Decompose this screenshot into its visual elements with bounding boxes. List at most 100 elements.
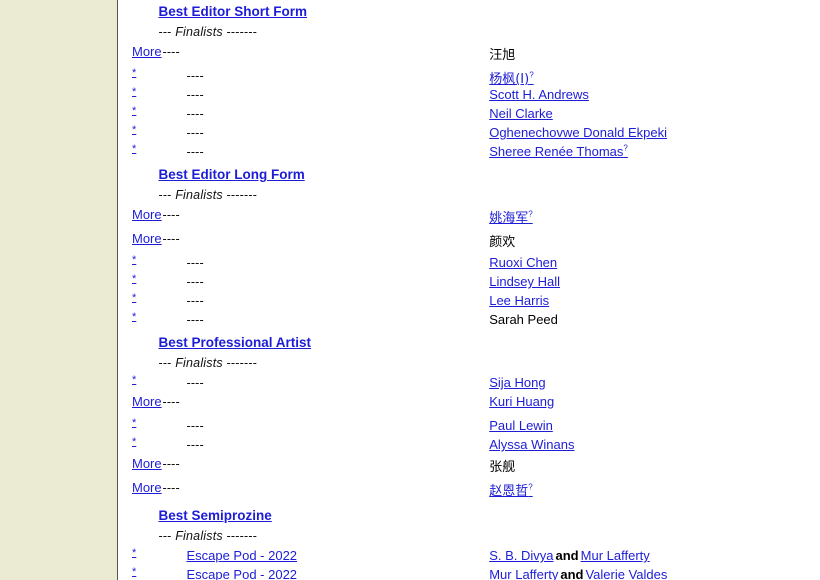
star-link[interactable]: * — [132, 312, 136, 323]
finalist-row: * ---- Lindsey Hall — [132, 274, 820, 293]
finalists-word: Finalists — [175, 356, 223, 370]
category-title-cell: Best Semiprozine — [158, 504, 820, 528]
row-person-cell: Lindsey Hall — [489, 274, 820, 293]
category-title-link[interactable]: Best Professional Artist — [158, 331, 311, 350]
person-name: 汪旭 — [489, 47, 515, 63]
row-work-cell: ---- — [158, 44, 489, 68]
person-name[interactable]: 赵恩哲? — [489, 483, 532, 499]
spacer-cell — [132, 187, 158, 207]
star-link[interactable]: * — [132, 274, 136, 285]
row-person-cell: 汪旭 — [489, 44, 820, 68]
star-link[interactable]: * — [132, 548, 136, 559]
person-name[interactable]: Kuri Huang — [489, 394, 554, 409]
star-link[interactable]: * — [132, 125, 136, 136]
person-name[interactable]: 姚海军? — [489, 210, 532, 226]
person-name[interactable]: Scott H. Andrews — [489, 87, 589, 102]
person-name[interactable]: Ruoxi Chen — [489, 255, 557, 270]
star-link[interactable]: * — [132, 144, 136, 155]
work-placeholder-dashes: ---- — [186, 275, 204, 289]
person-name[interactable]: Lee Harris — [489, 293, 549, 308]
star-link[interactable]: * — [132, 106, 136, 117]
category-title-link[interactable]: Best Editor Short Form — [158, 0, 307, 19]
work-placeholder-dashes: ---- — [186, 69, 204, 83]
person-name[interactable]: Sija Hong — [489, 375, 545, 390]
person-name[interactable]: 杨枫(I)? — [489, 71, 533, 87]
finalist-row: * ---- Alyssa Winans — [132, 437, 820, 456]
star-link[interactable]: * — [132, 375, 136, 386]
row-person-cell: 姚海军? — [489, 207, 820, 231]
row-work-cell: ---- — [158, 255, 489, 274]
work-placeholder-dashes: ---- — [162, 208, 180, 222]
row-person-cell: S. B. Divya and Mur Lafferty — [489, 548, 820, 567]
person-name[interactable]: Lindsey Hall — [489, 274, 560, 289]
star-link[interactable]: * — [132, 418, 136, 429]
work-title-link[interactable]: Escape Pod - 2022 — [186, 548, 297, 563]
category-header-row: Best Semiprozine — [132, 504, 820, 528]
person-name-text: Paul Lewin — [489, 418, 553, 433]
more-link[interactable]: More — [132, 456, 162, 471]
row-mark-cell: * — [132, 87, 158, 106]
spacer-cell — [132, 528, 158, 548]
person-name-text: S. B. Divya — [489, 548, 554, 563]
category-title-link[interactable]: Best Semiprozine — [158, 504, 271, 523]
person-name-text: Sheree Renée Thomas — [489, 144, 624, 160]
more-link[interactable]: More — [132, 207, 162, 222]
row-work-cell: ---- — [158, 456, 489, 480]
star-link[interactable]: * — [132, 567, 136, 578]
star-link[interactable]: * — [132, 255, 136, 266]
person-name[interactable]: Sheree Renée Thomas? — [489, 144, 628, 159]
finalist-row: More ---- 颜欢 — [132, 231, 820, 255]
spacer-cell — [132, 331, 158, 355]
finalists-divider-label: --- Finalists ------- — [158, 188, 258, 202]
star-link[interactable]: * — [132, 293, 136, 304]
spacer-cell — [132, 0, 158, 24]
finalist-row: * ---- Scott H. Andrews — [132, 87, 820, 106]
row-person-cell: Neil Clarke — [489, 106, 820, 125]
person-name[interactable]: Oghenechovwe Donald Ekpeki — [489, 125, 667, 140]
main-content: Best Editor Short Form --- Finalists ----… — [118, 0, 820, 580]
row-mark-cell: More — [132, 394, 162, 418]
work-placeholder-dashes: ---- — [162, 395, 180, 409]
person-name-text: Sija Hong — [489, 375, 546, 390]
row-mark-cell: * — [132, 106, 158, 125]
person-name-secondary[interactable]: Mur Lafferty — [581, 548, 650, 563]
more-link[interactable]: More — [132, 44, 162, 59]
more-link[interactable]: More — [132, 480, 162, 495]
page-root: Best Editor Short Form --- Finalists ----… — [0, 0, 820, 580]
row-mark-cell: More — [132, 231, 162, 255]
category-title-link[interactable]: Best Editor Long Form — [158, 163, 304, 182]
row-mark-cell: * — [132, 312, 158, 331]
row-person-cell: Ruoxi Chen — [489, 255, 820, 274]
finalist-row: * ---- Sija Hong — [132, 375, 820, 394]
star-link[interactable]: * — [132, 437, 136, 448]
more-link[interactable]: More — [132, 394, 162, 409]
spacer-cell — [132, 163, 158, 187]
person-name[interactable]: Paul Lewin — [489, 418, 553, 433]
person-name-secondary[interactable]: Valerie Valdes — [585, 567, 667, 580]
finalist-row: More ---- 赵恩哲? — [132, 480, 820, 504]
finalist-row: * ---- Paul Lewin — [132, 418, 820, 437]
person-name-text: 颜欢 — [489, 235, 516, 250]
person-name[interactable]: Neil Clarke — [489, 106, 553, 121]
star-link[interactable]: * — [132, 87, 136, 98]
star-link[interactable]: * — [132, 68, 136, 79]
person-name[interactable]: S. B. Divya — [489, 548, 553, 563]
person-name[interactable]: Alyssa Winans — [489, 437, 574, 452]
finalists-divider-label: --- Finalists ------- — [158, 25, 258, 39]
row-mark-cell: * — [132, 567, 158, 580]
row-person-cell: 张舰 — [489, 456, 820, 480]
finalist-row: * Escape Pod - 2022 S. B. Divya and Mur Laff… — [132, 548, 820, 567]
row-work-cell: ---- — [158, 87, 489, 106]
row-work-cell: ---- — [158, 480, 489, 504]
work-title-link[interactable]: Escape Pod - 2022 — [186, 567, 297, 580]
row-person-cell: 颜欢 — [489, 231, 820, 255]
row-work-cell: ---- — [158, 207, 489, 231]
row-person-cell: 杨枫(I)? — [489, 68, 820, 87]
row-person-cell: 赵恩哲? — [489, 480, 820, 504]
person-name[interactable]: Mur Lafferty — [489, 567, 558, 580]
spacer-cell — [132, 24, 158, 44]
more-link[interactable]: More — [132, 231, 162, 246]
row-mark-cell: More — [132, 207, 162, 231]
work-placeholder-dashes: ---- — [186, 313, 204, 327]
finalist-row: More ---- 姚海军? — [132, 207, 820, 231]
